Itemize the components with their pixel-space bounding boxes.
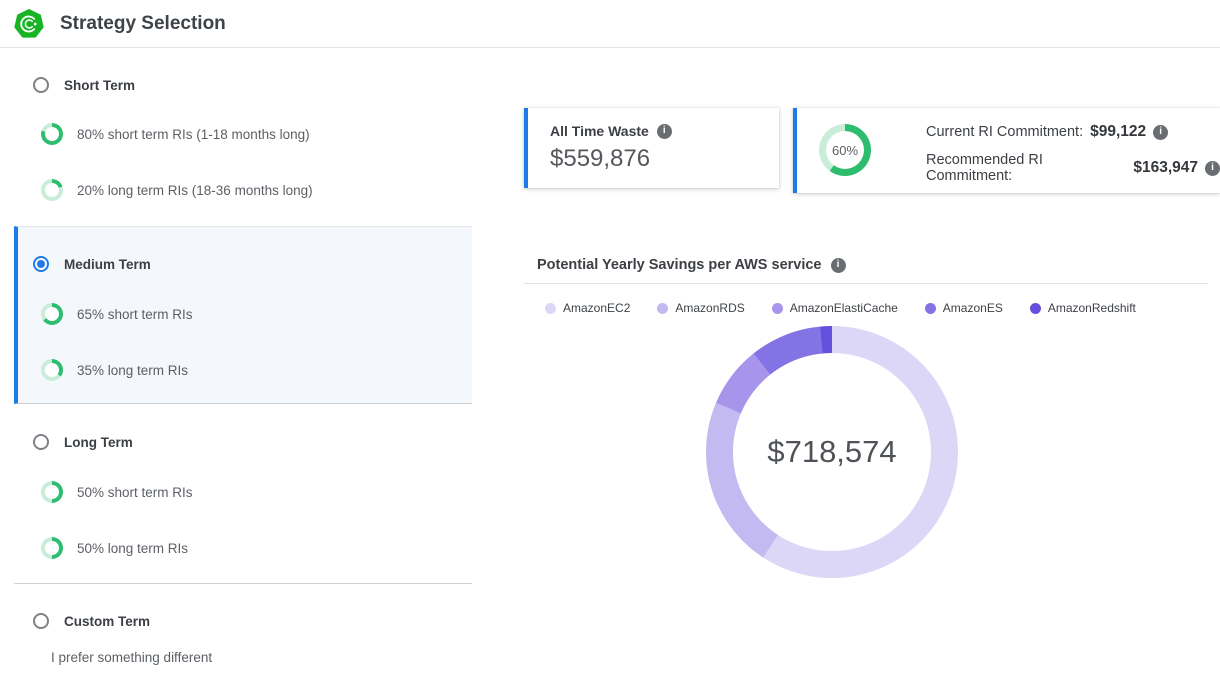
donut-center-value: $718,574 — [767, 434, 896, 470]
chart-title-row: Potential Yearly Savings per AWS service… — [537, 257, 846, 273]
custom-term-description: I prefer something different — [51, 650, 212, 665]
cloudcheckr-logo-icon — [14, 9, 44, 39]
legend-label: AmazonES — [943, 301, 1003, 315]
recommended-ri-commitment-value: $163,947 — [1133, 159, 1198, 177]
legend-dot — [925, 303, 936, 314]
chart-divider — [524, 283, 1208, 284]
radio-custom-term[interactable] — [33, 613, 49, 629]
strategy-custom-term[interactable]: Custom Term — [33, 613, 150, 629]
strategy-label: Medium Term — [64, 257, 151, 272]
commitment-gauge-chart: 60% — [819, 124, 871, 176]
strategy-option: 80% short term RIs (1-18 months long) — [41, 123, 310, 145]
option-label: 50% long term RIs — [77, 541, 188, 556]
chart-legend: AmazonEC2 AmazonRDS AmazonElastiCache Am… — [545, 301, 1136, 315]
legend-dot — [1030, 303, 1041, 314]
strategy-label: Short Term — [64, 78, 135, 93]
list-divider — [14, 583, 472, 584]
strategy-option: 35% long term RIs — [41, 359, 188, 381]
strategy-long-term[interactable]: Long Term — [33, 434, 133, 450]
legend-item-amazonelasticache[interactable]: AmazonElastiCache — [772, 301, 898, 315]
legend-item-amazonrds[interactable]: AmazonRDS — [657, 301, 744, 315]
legend-dot — [545, 303, 556, 314]
mini-donut-chart — [41, 481, 63, 503]
recommended-ri-commitment-label: Recommended RI Commitment: — [926, 152, 1126, 184]
legend-item-amazonec2[interactable]: AmazonEC2 — [545, 301, 630, 315]
strategy-label: Long Term — [64, 435, 133, 450]
all-time-waste-card: All Time Waste i $559,876 — [524, 108, 779, 188]
strategy-short-term[interactable]: Short Term — [33, 77, 135, 93]
current-ri-commitment-label: Current RI Commitment: — [926, 124, 1083, 140]
option-label: 80% short term RIs (1-18 months long) — [77, 127, 310, 142]
legend-label: AmazonEC2 — [563, 301, 630, 315]
gauge-percent-label: 60% — [832, 143, 858, 158]
radio-short-term[interactable] — [33, 77, 49, 93]
current-ri-commitment-row: Current RI Commitment: $99,122 i — [926, 123, 1220, 141]
mini-donut-chart — [41, 303, 63, 325]
legend-label: AmazonRedshift — [1048, 301, 1136, 315]
strategy-selection-page: Strategy Selection Short Term 80% short … — [0, 0, 1220, 691]
all-time-waste-value: $559,876 — [550, 145, 779, 173]
page-title: Strategy Selection — [60, 0, 226, 47]
strategy-header[interactable]: Medium Term — [33, 256, 151, 272]
all-time-waste-label: All Time Waste — [550, 123, 649, 139]
legend-label: AmazonRDS — [675, 301, 744, 315]
strategy-medium-term[interactable]: Medium Term 65% short term RIs 35% long … — [14, 226, 472, 404]
info-icon[interactable]: i — [657, 124, 672, 139]
strategy-option: 65% short term RIs — [41, 303, 193, 325]
mini-donut-chart — [41, 123, 63, 145]
strategy-option: 50% long term RIs — [41, 537, 188, 559]
mini-donut-chart — [41, 359, 63, 381]
strategy-label: Custom Term — [64, 614, 150, 629]
savings-donut-chart: $718,574 — [706, 326, 958, 578]
mini-donut-chart — [41, 179, 63, 201]
legend-dot — [772, 303, 783, 314]
info-icon[interactable]: i — [1205, 161, 1220, 176]
legend-dot — [657, 303, 668, 314]
strategy-list: Short Term 80% short term RIs (1-18 mont… — [14, 48, 472, 691]
strategy-option: 50% short term RIs — [41, 481, 193, 503]
option-label: 20% long term RIs (18-36 months long) — [77, 183, 313, 198]
legend-item-amazonredshift[interactable]: AmazonRedshift — [1030, 301, 1136, 315]
page-header: Strategy Selection — [0, 0, 1220, 48]
recommended-ri-commitment-row: Recommended RI Commitment: $163,947 i — [926, 152, 1220, 184]
ri-commitment-card: 60% Current RI Commitment: $99,122 i Rec… — [793, 108, 1220, 193]
option-label: 35% long term RIs — [77, 363, 188, 378]
legend-item-amazones[interactable]: AmazonES — [925, 301, 1003, 315]
option-label: 65% short term RIs — [77, 307, 193, 322]
legend-label: AmazonElastiCache — [790, 301, 898, 315]
radio-medium-term[interactable] — [33, 256, 49, 272]
current-ri-commitment-value: $99,122 — [1090, 123, 1146, 141]
info-icon[interactable]: i — [1153, 125, 1168, 140]
info-icon[interactable]: i — [831, 258, 846, 273]
strategy-option: 20% long term RIs (18-36 months long) — [41, 179, 313, 201]
option-label: 50% short term RIs — [77, 485, 193, 500]
chart-title: Potential Yearly Savings per AWS service — [537, 257, 822, 273]
radio-long-term[interactable] — [33, 434, 49, 450]
mini-donut-chart — [41, 537, 63, 559]
